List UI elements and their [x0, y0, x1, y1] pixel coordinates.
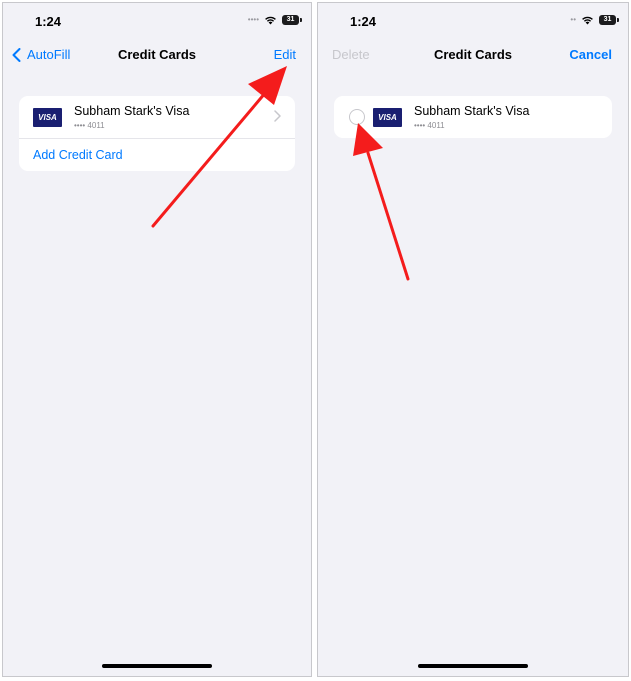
screen-credit-cards-edit: 1:24 •• 31 Delete Credit Cards Cancel VI… — [317, 2, 629, 677]
card-number: •••• 4011 — [74, 120, 105, 130]
navigation-bar: Delete Credit Cards Cancel — [318, 39, 628, 71]
signal-dots-icon: •• — [570, 15, 576, 24]
card-number: •••• 4011 — [414, 120, 445, 130]
cancel-button[interactable]: Cancel — [569, 47, 612, 62]
wifi-icon — [582, 16, 593, 25]
signal-dots-icon: •••• — [247, 15, 259, 24]
card-list: VISA Subham Stark's Visa •••• 4011 Add C… — [19, 96, 295, 171]
status-icons: •• 31 — [570, 15, 619, 25]
status-bar: 1:24 •••• 31 — [3, 3, 311, 39]
selection-circle-icon[interactable] — [349, 109, 365, 125]
visa-logo: VISA — [33, 107, 62, 127]
status-time: 1:24 — [350, 14, 377, 29]
navigation-bar: AutoFill Credit Cards Edit — [3, 39, 311, 71]
card-name: Subham Stark's Visa — [414, 103, 530, 118]
home-indicator — [102, 664, 212, 668]
card-row[interactable]: VISA Subham Stark's Visa •••• 4011 — [334, 96, 612, 138]
status-icons: •••• 31 — [247, 15, 302, 25]
add-credit-card-row[interactable]: Add Credit Card — [19, 139, 295, 171]
battery-icon: 31 — [599, 15, 619, 25]
page-title: Credit Cards — [117, 47, 197, 62]
disclosure-chevron-icon — [274, 110, 281, 122]
status-bar: 1:24 •• 31 — [318, 3, 628, 39]
battery-icon: 31 — [282, 15, 302, 25]
visa-logo: VISA — [373, 107, 402, 127]
card-text: Subham Stark's Visa •••• 4011 — [414, 104, 529, 131]
home-indicator — [418, 664, 528, 668]
status-time: 1:24 — [35, 14, 62, 29]
wifi-icon — [265, 16, 276, 25]
screen-credit-cards: 1:24 •••• 31 AutoFill Credit Cards Edit … — [2, 2, 312, 677]
card-text: Subham Stark's Visa •••• 4011 — [74, 104, 189, 131]
edit-button[interactable]: Edit — [274, 47, 296, 62]
add-credit-card-link[interactable]: Add Credit Card — [33, 148, 123, 162]
card-list: VISA Subham Stark's Visa •••• 4011 — [334, 96, 612, 138]
card-name: Subham Stark's Visa — [74, 103, 190, 118]
card-row[interactable]: VISA Subham Stark's Visa •••• 4011 — [19, 96, 295, 138]
